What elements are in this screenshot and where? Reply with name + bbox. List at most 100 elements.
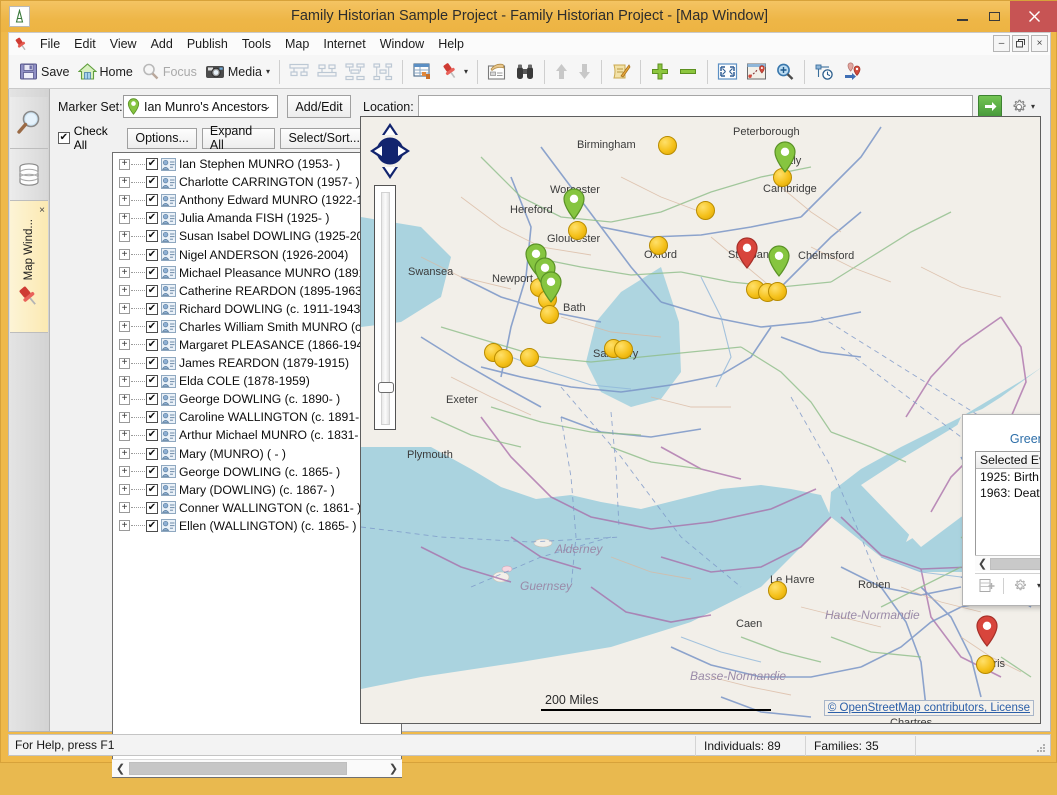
tree-expander-icon[interactable]: + (119, 448, 130, 460)
tree-row-checkbox[interactable]: ✔ (146, 483, 158, 496)
menu-publish[interactable]: Publish (180, 34, 235, 55)
popup-scroll-left-arrow[interactable]: ❮ (975, 557, 990, 570)
map-marker-yellow[interactable] (649, 236, 668, 255)
marker-tree[interactable]: + ✔ Ian Stephen MUNRO (1953- ) + ✔ Charlott… (112, 152, 402, 778)
records-window-button[interactable] (408, 58, 436, 86)
map-marker-yellow[interactable] (520, 348, 539, 367)
tree-row-checkbox[interactable]: ✔ (146, 302, 158, 315)
map-marker-red-pin[interactable] (735, 237, 759, 269)
tree-row[interactable]: + ✔ James REARDON (1879-1915) (113, 354, 401, 372)
chevron-down-icon[interactable]: ▾ (1037, 581, 1040, 590)
tree-expander-icon[interactable]: + (119, 212, 130, 224)
media-button[interactable]: Media ▾ (201, 58, 274, 86)
menu-map[interactable]: Map (278, 34, 316, 55)
check-all-checkbox[interactable]: ✔ Check All (58, 124, 122, 152)
tree-row[interactable]: + ✔ Charlotte CARRINGTON (1957- ) (113, 173, 401, 191)
menu-view[interactable]: View (103, 34, 144, 55)
map-marker-green-pin[interactable] (562, 188, 586, 220)
zoom-tool-button[interactable] (771, 58, 799, 86)
tree-expander-icon[interactable]: + (119, 466, 130, 478)
map-marker-yellow[interactable] (768, 581, 787, 600)
map-marker-yellow[interactable] (614, 340, 633, 359)
tree-row-checkbox[interactable]: ✔ (146, 501, 158, 514)
property-box-button[interactable] (483, 58, 511, 86)
gear-icon[interactable] (1012, 578, 1028, 594)
popup-event-row[interactable]: 1963: Death of Catherine REARDON (1895-1… (976, 485, 1040, 501)
tree-expander-icon[interactable]: + (119, 249, 130, 261)
location-popup[interactable]: × Greenwich, London, England Selected Ev… (962, 414, 1040, 606)
save-button[interactable]: Save (15, 58, 74, 86)
tree-expander-icon[interactable]: + (119, 303, 130, 315)
map-marker-yellow[interactable] (658, 136, 677, 155)
note-button[interactable] (607, 58, 635, 86)
tree-row[interactable]: + ✔ Mary (DOWLING) (c. 1867- ) (113, 481, 401, 499)
zoom-slider-thumb[interactable] (378, 382, 394, 393)
tree-expander-icon[interactable]: + (119, 520, 130, 532)
tree-row-checkbox[interactable]: ✔ (146, 357, 158, 370)
menu-file[interactable]: File (33, 34, 67, 55)
map-marker-yellow[interactable] (494, 349, 513, 368)
tree-row[interactable]: + ✔ Margaret PLEASANCE (1866-1943) (113, 336, 401, 354)
map-pan-control[interactable] (368, 123, 412, 179)
tree-row-checkbox[interactable]: ✔ (146, 248, 158, 261)
expand-all-button[interactable]: Expand All (201, 124, 276, 152)
tree-row[interactable]: + ✔ George DOWLING (c. 1865- ) (113, 463, 401, 481)
map-zoom-slider[interactable] (374, 185, 396, 430)
tree-expander-icon[interactable]: + (119, 339, 130, 351)
chevron-down-icon[interactable]: ▾ (464, 67, 468, 76)
window-close-button[interactable] (1010, 1, 1057, 32)
chevron-down-icon[interactable]: ▾ (1031, 102, 1035, 111)
tree-row-checkbox[interactable]: ✔ (146, 284, 158, 297)
tree-row-checkbox[interactable]: ✔ (146, 338, 158, 351)
location-go-button[interactable] (978, 95, 1002, 118)
window-maximize-button[interactable] (978, 1, 1010, 32)
map-marker-red-pin[interactable] (975, 615, 999, 647)
check-all-box[interactable]: ✔ (58, 132, 70, 144)
tree-expander-icon[interactable]: + (119, 484, 130, 496)
next-marker-button[interactable] (839, 58, 868, 86)
close-icon[interactable]: × (39, 205, 45, 216)
tree-row[interactable]: + ✔ Charles William Smith MUNRO (c. 186 (113, 318, 401, 336)
tree-row-checkbox[interactable]: ✔ (146, 411, 158, 424)
popup-horizontal-scrollbar[interactable]: ❮ ❯ (975, 555, 1040, 571)
tree-row-checkbox[interactable]: ✔ (146, 230, 158, 243)
menu-internet[interactable]: Internet (316, 34, 372, 55)
tree-row-checkbox[interactable]: ✔ (146, 320, 158, 333)
tree-row[interactable]: + ✔ Ellen (WALLINGTON) (c. 1865- ) (113, 517, 401, 535)
all-relatives-diagram-button[interactable] (369, 58, 397, 86)
location-input[interactable] (418, 95, 973, 118)
move-up-button[interactable] (550, 58, 573, 86)
tree-row-checkbox[interactable]: ✔ (146, 465, 158, 478)
tree-row-checkbox[interactable]: ✔ (146, 447, 158, 460)
tree-expander-icon[interactable]: + (119, 158, 130, 170)
map-view[interactable]: BirminghamWorcesterHerefordGloucesterNew… (360, 116, 1041, 724)
tree-expander-icon[interactable]: + (119, 375, 130, 387)
tree-row[interactable]: + ✔ Mary (MUNRO) ( - ) (113, 445, 401, 463)
menu-tools[interactable]: Tools (235, 34, 278, 55)
scrollbar-thumb[interactable] (129, 762, 347, 775)
tree-row-checkbox[interactable]: ✔ (146, 375, 158, 388)
tree-row[interactable]: + ✔ Catherine REARDON (1895-1963) (113, 282, 401, 300)
tree-horizontal-scrollbar[interactable]: ❮ ❯ (112, 759, 402, 777)
tree-expander-icon[interactable]: + (119, 230, 130, 242)
mdi-close-button[interactable]: × (1031, 35, 1048, 52)
find-button[interactable] (511, 58, 539, 86)
tree-expander-icon[interactable]: + (119, 176, 130, 188)
tree-row-checkbox[interactable]: ✔ (146, 212, 158, 225)
mdi-minimize-button[interactable]: – (993, 35, 1010, 52)
map-marker-green-pin[interactable] (767, 245, 791, 277)
menu-window[interactable]: Window (373, 34, 431, 55)
menu-help[interactable]: Help (431, 34, 471, 55)
show-route-button[interactable] (742, 58, 771, 86)
tree-row-checkbox[interactable]: ✔ (146, 176, 158, 189)
sidebar-tab-map-window[interactable]: × Map Wind... (10, 201, 48, 333)
map-marker-yellow[interactable] (540, 305, 559, 324)
tree-expander-icon[interactable]: + (119, 502, 130, 514)
focus-button[interactable]: Focus (137, 58, 201, 86)
popup-event-row[interactable]: 1925: Birth of Julia Amanda FISH (1925- … (976, 469, 1040, 485)
tree-row[interactable]: + ✔ Susan Isabel DOWLING (1925-2008) (113, 227, 401, 245)
map-marker-green-pin[interactable] (773, 141, 797, 173)
map-marker-yellow[interactable] (696, 201, 715, 220)
mdi-restore-button[interactable] (1012, 35, 1029, 52)
marker-set-combobox[interactable]: Ian Munro's Ancestors ⌄ (123, 95, 278, 118)
